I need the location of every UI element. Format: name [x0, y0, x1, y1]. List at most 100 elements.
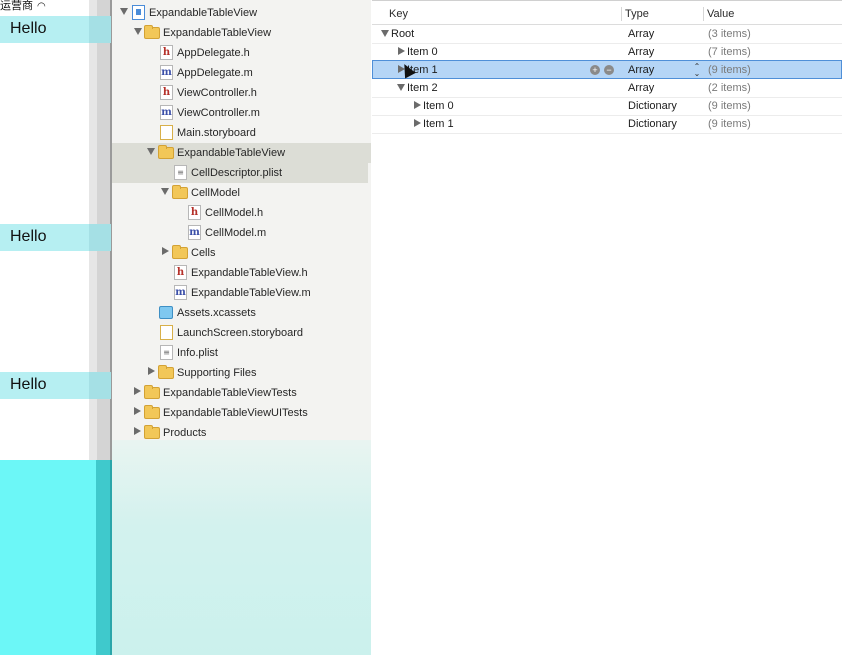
navigator-item-project[interactable]: ExpandableTableView [112, 3, 371, 23]
navigator-item-file[interactable]: m AppDelegate.m [112, 63, 371, 83]
navigator-item-file[interactable]: h ViewController.h [112, 83, 371, 103]
plist-value: (9 items) [708, 118, 751, 130]
table-cell[interactable]: Hello [0, 224, 111, 251]
remove-row-icon[interactable]: − [604, 65, 614, 75]
plist-row[interactable]: Item 1 Dictionary (9 items) [372, 115, 842, 134]
navigator-item-folder-selected[interactable]: ExpandableTableView [112, 143, 371, 163]
plist-key: Item 1 [423, 118, 454, 130]
plist-type[interactable]: Dictionary [628, 118, 677, 130]
navigator-item-label: Info.plist [177, 347, 218, 359]
navigator-item-file[interactable]: h CellModel.h [112, 203, 371, 223]
navigator-item-label: ExpandableTableViewUITests [163, 407, 308, 419]
navigator-item-folder[interactable]: Cells [112, 243, 371, 263]
plist-row[interactable]: Item 2 Array (2 items) [372, 79, 842, 98]
plist-type[interactable]: Array [628, 64, 654, 76]
navigator-item-label: Products [163, 427, 207, 439]
navigator-item-folder[interactable]: ExpandableTableViewUITests [112, 403, 371, 423]
implementation-file-icon: m [174, 285, 187, 300]
plist-value: (9 items) [708, 64, 751, 76]
navigator-item-label: ViewController.h [177, 87, 257, 99]
plist-row[interactable]: Root Array (3 items) [372, 25, 842, 44]
navigator-item-file[interactable]: LaunchScreen.storyboard [112, 323, 371, 343]
navigator-item-label: CellModel [191, 187, 240, 199]
navigator-item-folder[interactable]: ExpandableTableView [112, 23, 371, 43]
disclosure-triangle-icon[interactable] [414, 101, 421, 109]
disclosure-triangle-icon[interactable] [161, 188, 169, 195]
navigator-item-label: Main.storyboard [177, 127, 256, 139]
folder-icon [158, 365, 174, 379]
navigator-item-file[interactable]: m ViewController.m [112, 103, 371, 123]
folder-icon [144, 405, 160, 419]
disclosure-triangle-icon[interactable] [414, 119, 421, 127]
asset-catalog-icon [159, 306, 173, 319]
column-separator[interactable] [703, 7, 704, 21]
plist-type[interactable]: Array [628, 28, 654, 40]
cell-label: Hello [10, 228, 47, 245]
navigator-item-file[interactable]: h AppDelegate.h [112, 43, 371, 63]
project-icon [132, 5, 145, 20]
table-cell[interactable]: Hello [0, 372, 111, 399]
navigator-item-file[interactable]: m CellModel.m [112, 223, 371, 243]
disclosure-triangle-icon[interactable] [148, 367, 155, 375]
plist-type[interactable]: Array [628, 82, 654, 94]
plist-row[interactable]: Item 0 Dictionary (9 items) [372, 97, 842, 116]
navigator-item-label: Supporting Files [177, 367, 257, 379]
column-separator[interactable] [621, 7, 622, 21]
disclosure-triangle-icon[interactable] [120, 8, 128, 15]
disclosure-triangle-icon[interactable] [162, 247, 169, 255]
type-popup-chevron-icon[interactable]: ⌃ ⌄ [693, 63, 701, 78]
plist-type[interactable]: Dictionary [628, 100, 677, 112]
folder-icon [172, 245, 188, 259]
navigator-item-label: Assets.xcassets [177, 307, 256, 319]
navigator-item-file[interactable]: h ExpandableTableView.h [112, 263, 371, 283]
navigator-item-file[interactable]: ≡ CellDescriptor.plist [112, 163, 368, 183]
navigator-item-folder[interactable]: ExpandableTableViewTests [112, 383, 371, 403]
folder-icon [172, 185, 188, 199]
navigator-item-file[interactable]: Assets.xcassets [112, 303, 371, 323]
plist-type[interactable]: Array [628, 46, 654, 58]
plist-value: (2 items) [708, 82, 751, 94]
navigator-item-label: CellModel.h [205, 207, 264, 219]
disclosure-triangle-icon[interactable] [134, 407, 141, 415]
disclosure-triangle-icon[interactable] [381, 30, 389, 37]
column-header-type[interactable]: Type [625, 8, 649, 20]
navigator-item-label: AppDelegate.m [177, 67, 253, 79]
navigator-item-file[interactable]: m ExpandableTableView.m [112, 283, 371, 303]
simulator-screen: 运营商 ◠ Hello Hello Hello [0, 0, 112, 655]
plist-editor: Key Type Value Root Array (3 items) Item… [372, 0, 842, 655]
folder-icon [144, 25, 160, 39]
disclosure-triangle-icon[interactable] [398, 47, 405, 55]
plist-header: Key Type Value [372, 4, 842, 25]
plist-key: Root [391, 28, 415, 40]
folder-icon [144, 385, 160, 399]
wifi-icon: ◠ [37, 1, 46, 12]
navigator-item-label: ViewController.m [177, 107, 260, 119]
disclosure-triangle-icon[interactable] [134, 387, 141, 395]
navigator-item-label: Cells [191, 247, 216, 259]
add-row-icon[interactable]: + [590, 65, 600, 75]
navigator-item-label: AppDelegate.h [177, 47, 250, 59]
navigator-item-folder[interactable]: Supporting Files [112, 363, 371, 383]
column-header-key[interactable]: Key [389, 8, 408, 20]
disclosure-triangle-icon[interactable] [147, 148, 155, 155]
navigator-item-folder[interactable]: CellModel [112, 183, 371, 203]
table-cell[interactable]: Hello [0, 16, 111, 43]
cell-label: Hello [10, 20, 47, 37]
navigator-item-label: ExpandableTableView [149, 7, 258, 19]
plist-row-selected[interactable]: Item 1 + − Array ⌃ ⌄ (9 items) [372, 60, 842, 79]
disclosure-triangle-icon[interactable] [397, 84, 405, 91]
header-file-icon: h [160, 85, 173, 100]
plist-value: (7 items) [708, 46, 751, 58]
navigator-item-folder[interactable]: Products [112, 423, 371, 443]
disclosure-triangle-icon[interactable] [134, 28, 142, 35]
navigator-item-file[interactable]: Main.storyboard [112, 123, 371, 143]
navigator-item-file[interactable]: ≡ Info.plist [112, 343, 371, 363]
navigator-item-label: ExpandableTableViewTests [163, 387, 297, 399]
status-bar: 运营商 ◠ [0, 0, 46, 13]
navigator-item-label: CellDescriptor.plist [191, 167, 283, 179]
column-header-value[interactable]: Value [707, 8, 734, 20]
navigator-item-label: ExpandableTableView [163, 27, 272, 39]
implementation-file-icon: m [160, 65, 173, 80]
plist-value: (9 items) [708, 100, 751, 112]
disclosure-triangle-icon[interactable] [134, 427, 141, 435]
